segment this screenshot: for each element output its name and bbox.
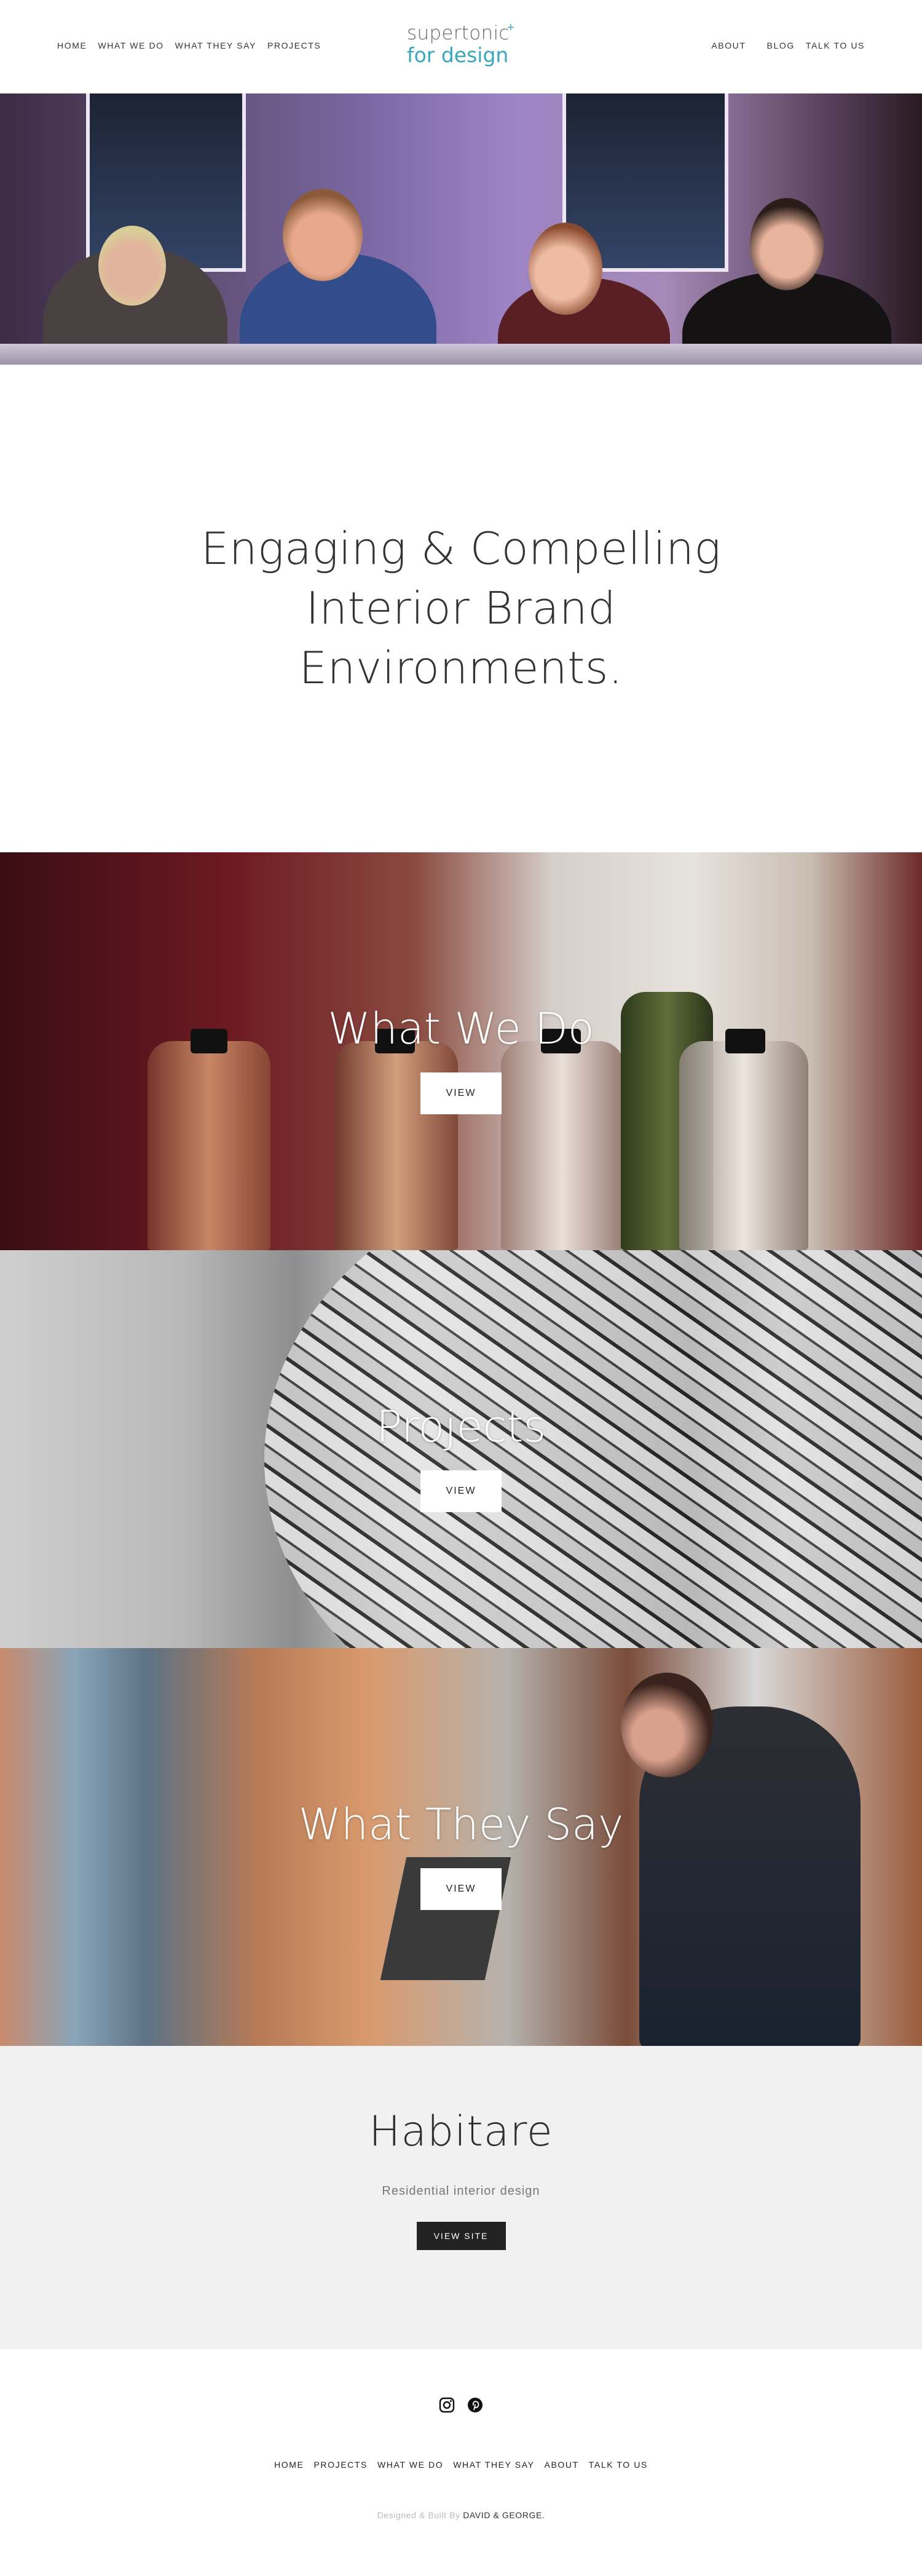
footer-nav-home[interactable]: HOME <box>274 2460 304 2470</box>
instagram-icon[interactable] <box>438 2396 456 2414</box>
projects-view-button[interactable]: VIEW <box>420 1470 502 1512</box>
intro-line-2: Interior Brand <box>305 582 617 634</box>
habitare-section: Habitare Residential interior design VIE… <box>0 2046 922 2349</box>
nav-projects[interactable]: PROJECTS <box>267 41 321 50</box>
hero-head-3 <box>529 223 602 315</box>
nav-home[interactable]: HOME <box>57 41 87 50</box>
main-nav-left: HOME WHAT WE DO WHAT THEY SAY PROJECTS <box>57 41 321 50</box>
hero-head-1 <box>98 226 166 306</box>
site-logo[interactable]: supertonic + for design <box>407 21 524 67</box>
footer-nav-what-we-do[interactable]: WHAT WE DO <box>377 2460 443 2470</box>
habitare-title: Habitare <box>369 2107 553 2156</box>
footer-nav-talk-to-us[interactable]: TALK TO US <box>589 2460 648 2470</box>
hero-head-4 <box>750 198 824 290</box>
nav-what-they-say[interactable]: WHAT THEY SAY <box>175 41 256 50</box>
intro-heading: Engaging & Compelling Interior Brand Env… <box>184 519 738 698</box>
pinterest-icon[interactable] <box>466 2396 484 2414</box>
logo-line-2: for design <box>407 43 509 67</box>
footer-nav-projects[interactable]: PROJECTS <box>313 2460 367 2470</box>
what-we-do-title: What We Do <box>328 1003 594 1054</box>
what-they-say-title: What They Say <box>298 1799 624 1850</box>
what-they-say-view-button[interactable]: VIEW <box>420 1868 502 1910</box>
hero-head-2 <box>283 189 363 281</box>
nav-about[interactable]: ABOUT <box>711 41 746 50</box>
footer-nav-about[interactable]: ABOUT <box>545 2460 579 2470</box>
main-nav-right: ABOUT BLOG TALK TO US <box>711 41 865 50</box>
hero-image <box>0 93 922 365</box>
logo-line-1: supertonic <box>407 22 510 44</box>
footer-nav: HOME PROJECTS WHAT WE DO WHAT THEY SAY A… <box>274 2460 648 2470</box>
what-we-do-content: What We Do VIEW <box>0 852 922 1250</box>
nav-blog[interactable]: BLOG <box>767 41 795 50</box>
habitare-view-site-button[interactable]: VIEW SITE <box>416 2222 506 2250</box>
projects-panel: Projects VIEW <box>0 1250 922 1648</box>
what-they-say-panel: What They Say VIEW <box>0 1648 922 2046</box>
nav-talk-to-us[interactable]: TALK TO US <box>806 41 865 50</box>
projects-title: Projects <box>376 1401 546 1452</box>
credit-prefix: Designed & Built By <box>377 2510 460 2520</box>
footer-nav-what-they-say[interactable]: WHAT THEY SAY <box>453 2460 534 2470</box>
intro-line-1: Engaging & Compelling <box>200 523 722 574</box>
social-links <box>438 2396 484 2414</box>
nav-what-we-do[interactable]: WHAT WE DO <box>98 41 164 50</box>
intro-section: Engaging & Compelling Interior Brand Env… <box>0 365 922 852</box>
site-footer: HOME PROJECTS WHAT WE DO WHAT THEY SAY A… <box>0 2349 922 2559</box>
credit-link-david-george[interactable]: DAVID & GEORGE. <box>463 2510 545 2520</box>
habitare-subtitle: Residential interior design <box>382 2184 540 2198</box>
site-header: HOME WHAT WE DO WHAT THEY SAY PROJECTS s… <box>0 0 922 93</box>
hero-table <box>0 344 922 365</box>
what-we-do-view-button[interactable]: VIEW <box>420 1072 502 1114</box>
intro-line-3: Environments. <box>299 642 623 694</box>
footer-credit: Designed & Built By DAVID & GEORGE. <box>377 2510 545 2520</box>
projects-content: Projects VIEW <box>0 1250 922 1648</box>
logo-plus: + <box>507 21 514 34</box>
what-they-say-content: What They Say VIEW <box>0 1648 922 2046</box>
what-we-do-panel: What We Do VIEW <box>0 852 922 1250</box>
